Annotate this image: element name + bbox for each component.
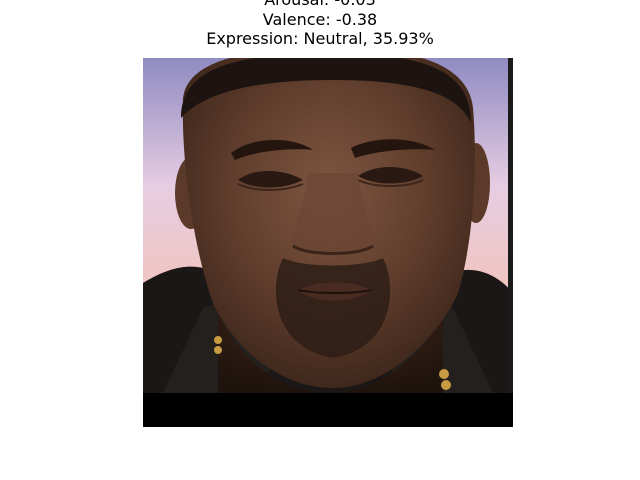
face-photo [143, 58, 513, 427]
photo-bottom-band [143, 393, 513, 427]
expression-label: Expression: Neutral, 35.93% [206, 29, 434, 48]
arousal-label: Arousal: -0.03 [0, 0, 640, 10]
figure-title: Arousal: -0.03 Valence: -0.38 Expression… [0, 0, 640, 49]
valence-label: Valence: -0.38 [262, 9, 378, 29]
